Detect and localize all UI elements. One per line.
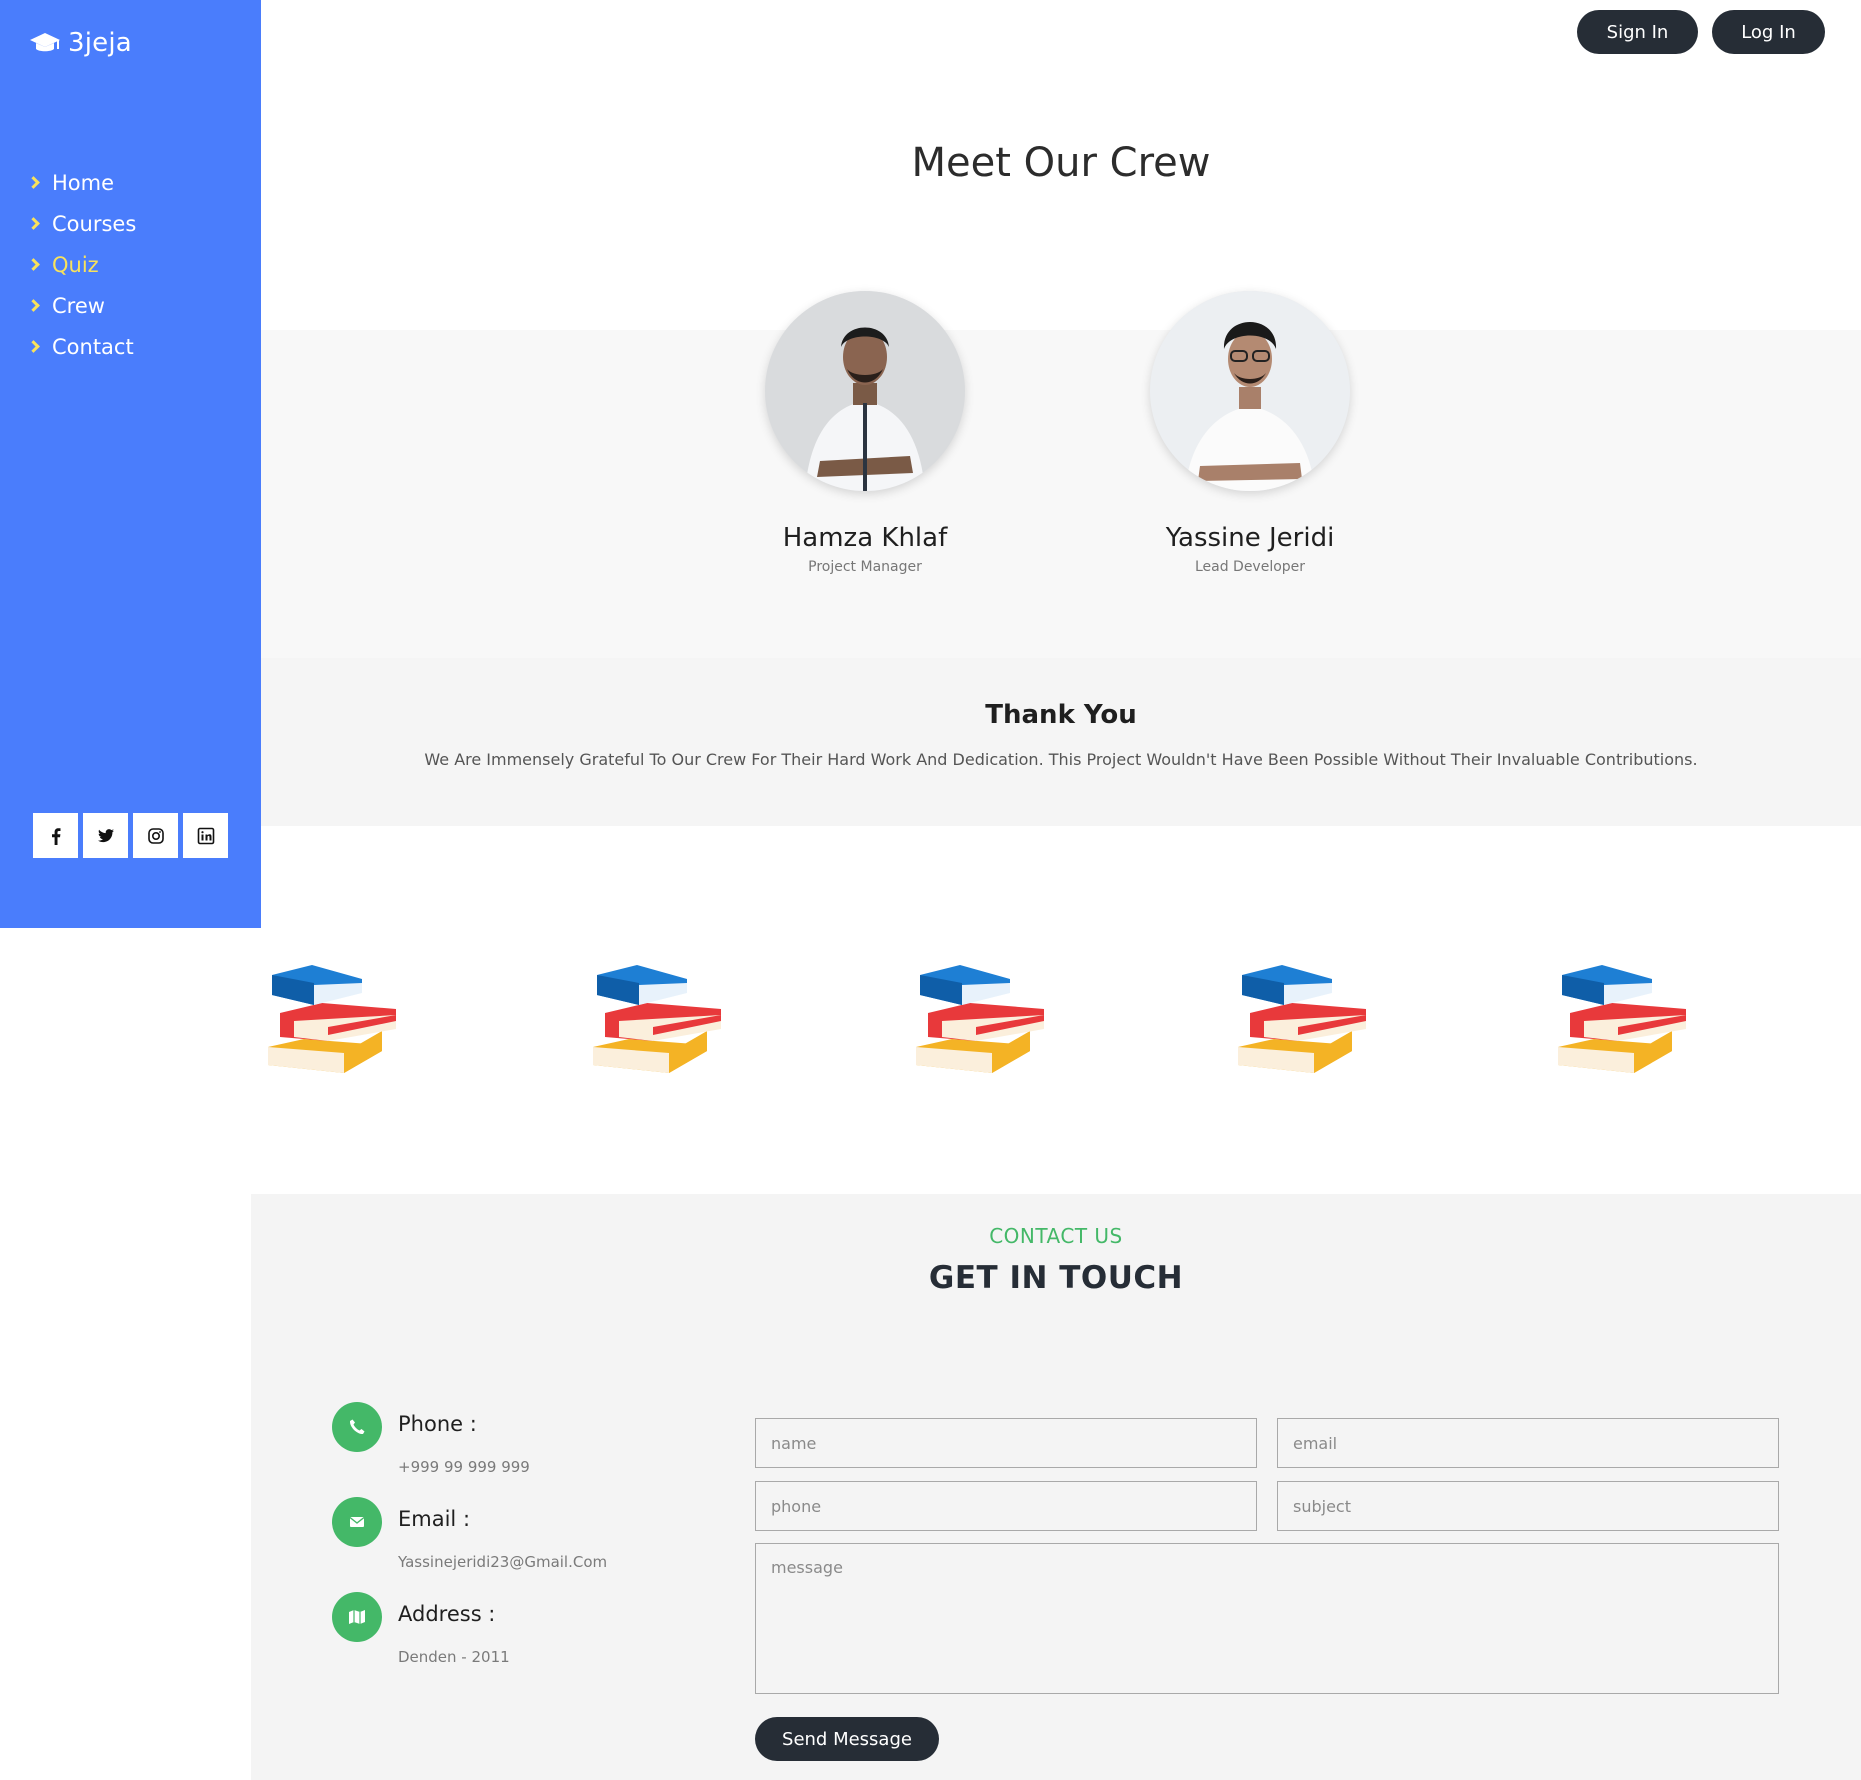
log-in-button[interactable]: Log In <box>1712 10 1825 54</box>
contact-info-label: Phone : <box>398 1412 477 1436</box>
name-field[interactable] <box>755 1418 1257 1468</box>
phone-field[interactable] <box>755 1481 1257 1531</box>
thank-you-text: We Are Immensely Grateful To Our Crew Fo… <box>424 750 1698 769</box>
send-message-button[interactable]: Send Message <box>755 1717 939 1761</box>
facebook-link[interactable] <box>33 813 78 858</box>
sidebar-item-label: Courses <box>52 211 137 236</box>
chevron-right-icon <box>27 299 40 312</box>
contact-info-label: Address : <box>398 1602 496 1626</box>
books-stack-icon <box>268 965 396 1073</box>
sidebar: 3jeja Home Courses Quiz Crew Contact <box>0 0 261 928</box>
crew-title: Meet Our Crew <box>911 140 1211 186</box>
avatar <box>765 291 965 491</box>
chevron-right-icon <box>27 176 40 189</box>
sidebar-item-quiz[interactable]: Quiz <box>27 244 136 285</box>
graduation-cap-icon <box>30 33 60 52</box>
sidebar-item-label: Home <box>52 170 115 195</box>
books-row <box>261 955 1861 1085</box>
twitter-icon <box>97 828 114 842</box>
sign-in-button[interactable]: Sign In <box>1577 10 1698 54</box>
contact-title: GET IN TOUCH <box>928 1260 1184 1296</box>
sidebar-item-label: Quiz <box>52 252 99 277</box>
instagram-link[interactable] <box>133 813 178 858</box>
instagram-icon <box>147 827 164 844</box>
sidebar-item-label: Crew <box>52 293 105 318</box>
subject-field[interactable] <box>1277 1481 1779 1531</box>
sidebar-item-courses[interactable]: Courses <box>27 203 137 244</box>
contact-info-value: Yassinejeridi23@Gmail.Com <box>398 1553 608 1571</box>
sidebar-item-contact[interactable]: Contact <box>27 326 136 367</box>
contact-info-value: Denden - 2011 <box>398 1648 510 1666</box>
crew-member-role: Project Manager <box>808 559 922 575</box>
avatar <box>1150 291 1350 491</box>
social-links <box>33 813 228 858</box>
email-field[interactable] <box>1277 1418 1779 1468</box>
linkedin-link[interactable] <box>183 813 228 858</box>
sidebar-nav: Home Courses Quiz Crew Contact <box>27 162 137 367</box>
books-stack-icon <box>593 965 721 1073</box>
contact-kicker: CONTACT US <box>989 1224 1123 1248</box>
twitter-link[interactable] <box>83 813 128 858</box>
crew-member-name: Hamza Khlaf <box>782 523 948 553</box>
thank-you-title: Thank You <box>985 700 1137 730</box>
brand-name: 3jeja <box>68 28 132 58</box>
books-stack-icon <box>916 965 1044 1073</box>
chevron-right-icon <box>27 340 40 353</box>
chevron-right-icon <box>27 217 40 230</box>
crew-member-name: Yassine Jeridi <box>1165 523 1335 553</box>
sidebar-item-label: Contact <box>52 334 134 359</box>
sidebar-item-home[interactable]: Home <box>27 162 136 203</box>
auth-buttons: Sign In Log In <box>1577 10 1825 54</box>
phone-icon <box>332 1402 382 1452</box>
books-stack-icon <box>1238 965 1366 1073</box>
crew-member-role: Lead Developer <box>1194 559 1306 575</box>
sidebar-item-crew[interactable]: Crew <box>27 285 136 326</box>
facebook-icon <box>51 827 60 845</box>
crew-band <box>261 330 1861 658</box>
brand-logo[interactable]: 3jeja <box>29 28 132 58</box>
contact-section: CONTACT US GET IN TOUCH Phone : +999 99 … <box>251 1194 1861 1780</box>
linkedin-icon <box>197 827 214 844</box>
message-field[interactable] <box>755 1543 1779 1694</box>
contact-info-value: +999 99 999 999 <box>398 1458 530 1476</box>
contact-info-label: Email : <box>398 1507 471 1531</box>
chevron-right-icon <box>27 258 40 271</box>
crew-member-card: Hamza Khlaf Project Manager <box>705 291 1025 575</box>
crew-member-card: Yassine Jeridi Lead Developer <box>1090 291 1410 575</box>
thank-you-section: Thank You We Are Immensely Grateful To O… <box>261 658 1861 826</box>
books-stack-icon <box>1558 965 1686 1073</box>
map-icon <box>332 1592 382 1642</box>
envelope-icon <box>332 1497 382 1547</box>
